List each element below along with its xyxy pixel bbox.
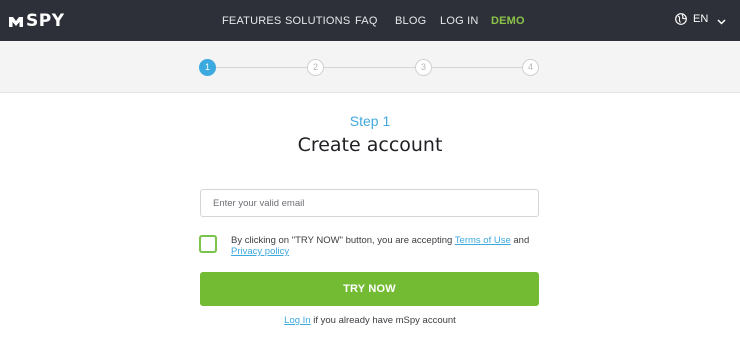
terms-text: By clicking on "TRY NOW" button, you are… <box>231 235 541 257</box>
globe-icon <box>675 13 687 25</box>
logo-text: SPY <box>26 11 65 31</box>
terms-and: and <box>510 235 530 246</box>
log-in-link[interactable]: Log In <box>284 315 310 326</box>
nav-solutions[interactable]: SOLUTIONS <box>285 15 350 27</box>
page-title: Create account <box>297 134 443 156</box>
nav-features[interactable]: FEATURES <box>222 15 281 27</box>
terms-checkbox[interactable] <box>199 235 217 253</box>
privacy-policy-link[interactable]: Privacy policy <box>231 246 289 257</box>
try-now-button[interactable]: TRY NOW <box>200 272 539 306</box>
mspy-logo[interactable]: SPY <box>8 10 65 32</box>
nav-demo[interactable]: DEMO <box>491 15 525 27</box>
step-label: Step 1 <box>349 113 391 129</box>
language-selector[interactable]: EN <box>675 13 726 25</box>
nav-faq[interactable]: FAQ <box>355 15 378 27</box>
terms-prefix: By clicking on "TRY NOW" button, you are… <box>231 235 455 246</box>
step-indicator-2: 2 <box>307 59 324 76</box>
step-indicator-1: 1 <box>199 59 216 76</box>
nav-log-in[interactable]: LOG IN <box>440 15 479 27</box>
top-navigation-bar: SPY FEATURES SOLUTIONS FAQ BLOG LOG IN D… <box>0 0 740 41</box>
stepper-connector <box>324 67 415 68</box>
login-prompt: Log In if you already have mSpy account <box>0 315 740 326</box>
step-indicator-3: 3 <box>415 59 432 76</box>
stepper-connector <box>216 67 307 68</box>
step-indicator-4: 4 <box>522 59 539 76</box>
email-field[interactable] <box>200 189 539 217</box>
chevron-down-icon <box>717 16 726 25</box>
login-suffix: if you already have mSpy account <box>310 315 456 326</box>
stepper-connector <box>432 67 522 68</box>
language-label: EN <box>693 13 709 25</box>
progress-stepper: 1 2 3 4 <box>0 41 740 93</box>
logo-m-icon <box>8 14 24 28</box>
terms-of-use-link[interactable]: Terms of Use <box>455 235 511 246</box>
nav-blog[interactable]: BLOG <box>395 15 426 27</box>
